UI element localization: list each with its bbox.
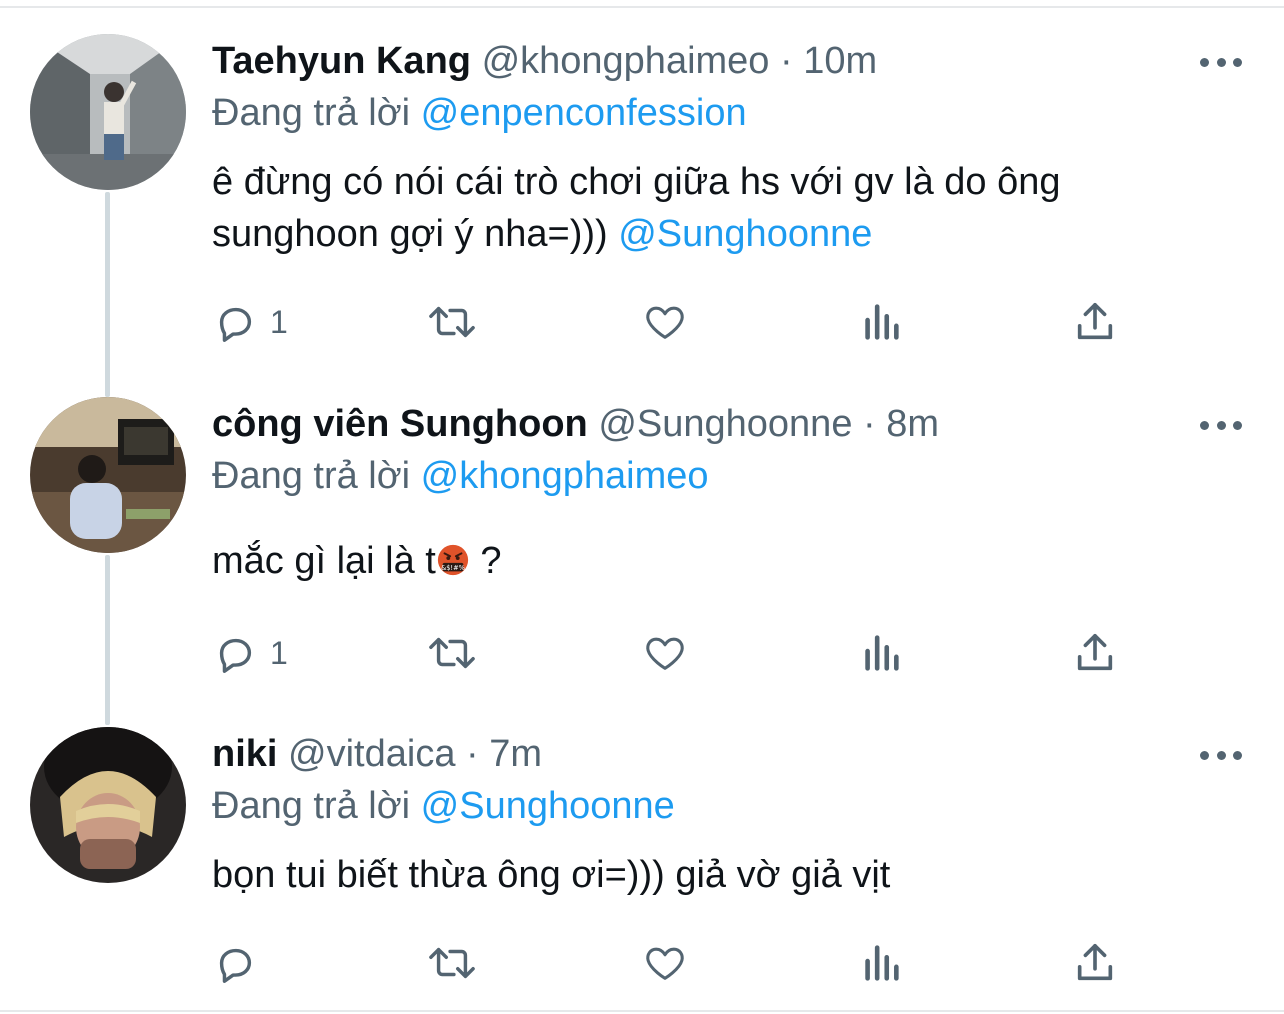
display-name[interactable]: công viên Sunghoon <box>212 403 588 445</box>
timestamp[interactable]: 8m <box>886 403 939 445</box>
timestamp[interactable]: 7m <box>489 733 542 775</box>
timestamp[interactable]: 10m <box>803 40 877 82</box>
tweet-body-suffix: ? <box>469 540 502 582</box>
share-button[interactable] <box>1072 935 1118 991</box>
svg-text:&$!#%: &$!#% <box>441 564 465 572</box>
replying-to-link[interactable]: @khongphaimeo <box>421 455 709 497</box>
tweet-body: bọn tui biết thừa ông ơi=))) giả vờ giả … <box>212 854 891 896</box>
reply-icon <box>219 948 252 983</box>
like-button[interactable] <box>640 294 690 350</box>
share-icon <box>1077 633 1113 671</box>
tweet-header: Taehyun Kang @khongphaimeo · 10m <box>212 38 877 84</box>
tweet-header: niki @vitdaica · 7m <box>212 731 542 777</box>
share-icon <box>1077 302 1113 340</box>
tweet-header: công viên Sunghoon @Sunghoonne · 8m <box>212 401 939 447</box>
tweet-actions <box>212 935 1132 991</box>
reply-button[interactable] <box>212 935 270 991</box>
analytics-icon <box>865 945 899 981</box>
tweet-actions: 1 <box>212 294 1132 350</box>
tweet-text: mắc gì lại là t &$!#% ? <box>212 535 1212 587</box>
replying-prefix: Đang trả lời <box>212 92 411 134</box>
separator-dot: · <box>466 733 479 775</box>
retweet-button[interactable] <box>424 625 480 681</box>
analytics-button[interactable] <box>860 935 902 991</box>
user-handle[interactable]: @vitdaica <box>288 733 455 775</box>
share-button[interactable] <box>1072 625 1118 681</box>
heart-icon <box>646 637 684 670</box>
analytics-button[interactable] <box>860 625 902 681</box>
more-icon[interactable] <box>1200 415 1242 435</box>
retweet-button[interactable] <box>424 935 480 991</box>
share-button[interactable] <box>1072 294 1118 350</box>
replying-to: Đang trả lời @Sunghoonne <box>212 783 675 829</box>
avatar[interactable] <box>30 727 186 883</box>
heart-icon <box>646 947 684 980</box>
retweet-icon <box>429 637 475 669</box>
reply-count: 1 <box>270 303 288 340</box>
replying-to-link[interactable]: @Sunghoonne <box>421 785 675 827</box>
tweet-actions: 1 <box>212 625 1132 681</box>
top-divider <box>0 6 1284 8</box>
replying-to: Đang trả lời @khongphaimeo <box>212 453 709 499</box>
display-name[interactable]: niki <box>212 733 277 775</box>
more-icon[interactable] <box>1200 745 1242 765</box>
analytics-icon <box>865 304 899 340</box>
tweet-text: bọn tui biết thừa ông ơi=))) giả vờ giả … <box>212 849 1212 901</box>
tweet-text: ê đừng có nói cái trò chơi giữa hs với g… <box>212 156 1212 260</box>
retweet-icon <box>429 947 475 979</box>
replying-prefix: Đang trả lời <box>212 455 411 497</box>
reply-button[interactable]: 1 <box>212 294 288 350</box>
angry-face-emoji-icon: &$!#% <box>437 544 468 576</box>
like-button[interactable] <box>640 935 690 991</box>
retweet-button[interactable] <box>424 294 480 350</box>
heart-icon <box>646 306 684 339</box>
replying-to-link[interactable]: @enpenconfession <box>421 92 747 134</box>
avatar[interactable] <box>30 34 186 190</box>
separator-dot: · <box>863 403 876 445</box>
analytics-button[interactable] <box>860 294 902 350</box>
display-name[interactable]: Taehyun Kang <box>212 40 471 82</box>
analytics-icon <box>865 635 899 671</box>
more-icon[interactable] <box>1200 52 1242 72</box>
mention-link[interactable]: @Sunghoonne <box>618 213 872 255</box>
reply-button[interactable]: 1 <box>212 625 288 681</box>
bottom-divider <box>0 1010 1284 1012</box>
like-button[interactable] <box>640 625 690 681</box>
tweet-body: mắc gì lại là t <box>212 540 436 582</box>
replying-to: Đang trả lời @enpenconfession <box>212 90 747 136</box>
reply-icon <box>219 307 252 342</box>
reply-icon <box>219 638 252 673</box>
avatar[interactable] <box>30 397 186 553</box>
retweet-icon <box>429 306 475 338</box>
user-handle[interactable]: @khongphaimeo <box>482 40 770 82</box>
reply-count: 1 <box>270 634 288 671</box>
user-handle[interactable]: @Sunghoonne <box>598 403 852 445</box>
thread-connector <box>105 192 110 397</box>
share-icon <box>1077 943 1113 981</box>
thread-connector <box>105 555 110 725</box>
replying-prefix: Đang trả lời <box>212 785 411 827</box>
separator-dot: · <box>780 40 793 82</box>
